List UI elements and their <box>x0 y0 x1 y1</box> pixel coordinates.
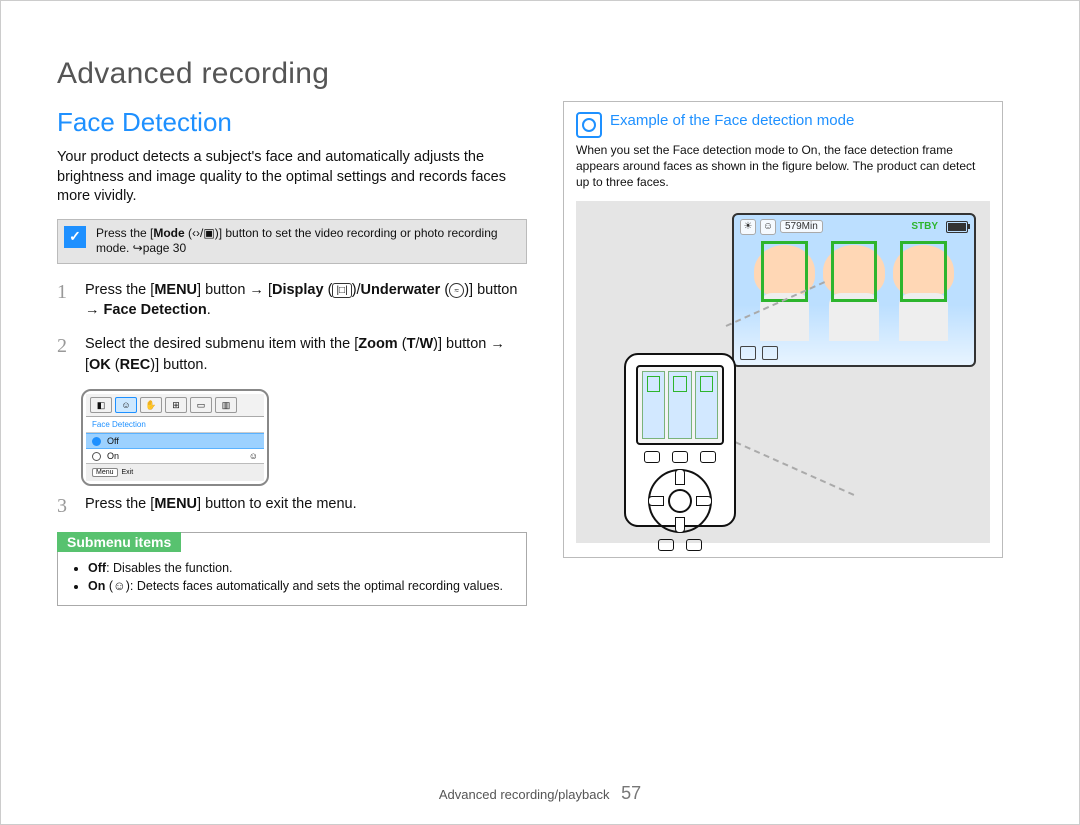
left-column: Face Detection Your product detects a su… <box>57 101 527 606</box>
menu-row-off: Off <box>86 433 264 449</box>
menu-screenshot: ◧☺✋⊞▭▥ Face DetectionOffOn☺MenuExit <box>81 389 269 486</box>
underwater-icon: ≈ <box>449 283 464 298</box>
face-detect-icon: ☺ <box>760 219 776 235</box>
face-3 <box>893 245 954 341</box>
device-dpad <box>648 469 712 533</box>
device-face-3 <box>695 371 718 439</box>
two-column-layout: Face Detection Your product detects a su… <box>57 101 1023 606</box>
mode-note-box: Press the [Mode (‹›/▣)] button to set th… <box>57 219 527 264</box>
device-btn-1 <box>644 451 660 463</box>
status-bar: ☀ ☺ 579Min STBY <box>740 219 968 235</box>
section-title: Face Detection <box>57 107 527 138</box>
menu-footer: MenuExit <box>86 463 264 481</box>
example-illustration: ☀ ☺ 579Min STBY <box>576 201 990 543</box>
tab-icon-1: ◧ <box>90 397 112 413</box>
face-icon: (☺) <box>105 579 130 593</box>
right-column: Example of the Face detection mode When … <box>563 101 1003 606</box>
steps-list: Press the [MENU] button → [Display (|□|)… <box>57 280 527 514</box>
submenu-title: Submenu items <box>57 532 181 552</box>
device-btn-4 <box>658 539 674 551</box>
device-btn-5 <box>686 539 702 551</box>
device-screen <box>636 365 724 445</box>
face-1 <box>754 245 815 341</box>
submenu-box: Submenu items Off: Disables the function… <box>57 532 527 606</box>
tab-icon-6: ▥ <box>215 397 237 413</box>
example-panel: Example of the Face detection mode When … <box>563 101 1003 558</box>
display-icon: |□| <box>332 283 351 298</box>
remaining-time: 579Min <box>780 220 823 233</box>
manual-page: Advanced recording Face Detection Your p… <box>0 0 1080 825</box>
menu-row-on: On☺ <box>86 449 264 463</box>
tab-icon-4: ⊞ <box>165 397 187 413</box>
intro-paragraph: Your product detects a subject's face an… <box>57 148 527 207</box>
submenu-items-list: Off: Disables the function.On (☺): Detec… <box>76 560 508 595</box>
page-number: 57 <box>621 783 641 803</box>
mode-note-text: Press the [Mode (‹›/▣)] button to set th… <box>96 226 516 257</box>
bottom-status-icons <box>740 346 778 360</box>
camcorder-device <box>624 353 736 527</box>
device-face-2 <box>668 371 691 439</box>
battery-icon <box>946 221 968 233</box>
device-face-1 <box>642 371 665 439</box>
card-icon <box>740 346 756 360</box>
tab-icon-3: ✋ <box>140 397 162 413</box>
example-title: Example of the Face detection mode <box>610 112 854 129</box>
footer-section: Advanced recording/playback <box>439 787 610 802</box>
detected-faces <box>754 245 954 341</box>
step-3: Press the [MENU] button to exit the menu… <box>57 494 527 514</box>
checkmark-icon <box>64 226 86 248</box>
page-title: Advanced recording <box>57 57 1023 91</box>
device-btn-3 <box>700 451 716 463</box>
magnifier-icon <box>576 112 602 138</box>
tab-icon-face: ☺ <box>115 397 137 413</box>
step-1: Press the [MENU] button → [Display (|□|)… <box>57 280 527 321</box>
menu-header: Face Detection <box>86 417 264 433</box>
page-footer: Advanced recording/playback 57 <box>1 783 1079 804</box>
tab-icon-5: ▭ <box>190 397 212 413</box>
preview-screen: ☀ ☺ 579Min STBY <box>732 213 976 367</box>
device-btn-2 <box>672 451 688 463</box>
step-2: Select the desired submenu item with the… <box>57 334 527 375</box>
submenu-item-off: Off: Disables the function. <box>88 560 508 578</box>
mode-icon-2 <box>762 346 778 360</box>
stby-indicator: STBY <box>911 221 938 232</box>
callout-line-bottom <box>726 437 855 496</box>
mode-icon: ☀ <box>740 219 756 235</box>
device-controls <box>636 451 724 551</box>
face-2 <box>823 245 884 341</box>
example-text: When you set the Face detection mode to … <box>576 142 990 191</box>
submenu-item-on: On (☺): Detects faces automatically and … <box>88 578 508 596</box>
menu-footer-button: Menu <box>92 468 118 477</box>
